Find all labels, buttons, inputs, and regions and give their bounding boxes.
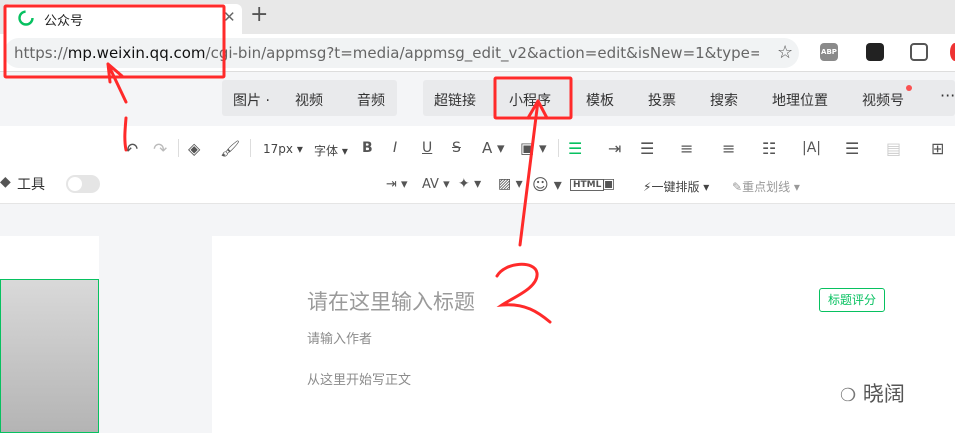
align-left-icon[interactable]: ☰ (568, 139, 582, 158)
insert-channels-button[interactable]: 视频号 (862, 90, 904, 110)
indent-icon[interactable]: ⇥ (608, 139, 621, 158)
format-brush-icon[interactable]: 🖌 (220, 139, 240, 158)
list-spacing-icon[interactable]: ☷ (762, 139, 776, 158)
av-spacing-icon[interactable]: AV ▾ (422, 177, 450, 192)
html-icon[interactable]: HTML (570, 179, 605, 191)
watermark: ❍ 晓阔 (840, 378, 905, 408)
adblock-extension-icon[interactable]: ABP (820, 43, 838, 61)
underline-icon[interactable]: U (422, 140, 432, 156)
body-input[interactable]: 从这里开始写正文 (307, 369, 411, 388)
url-text: https://mp.weixin.qq.com/cgi-bin/appmsg?… (14, 44, 759, 62)
italic-icon[interactable]: I (393, 140, 397, 156)
tools-cube-icon: ◆ (0, 174, 11, 190)
wechat-logo-icon: ❍ (840, 385, 857, 406)
watermark-text: 晓阔 (862, 382, 905, 406)
wechat-favicon-icon (18, 10, 34, 26)
highlight-button[interactable]: ✎重点划线 ▾ (732, 178, 800, 195)
table-icon[interactable]: ⊞ (931, 139, 944, 158)
url-field[interactable]: https://mp.weixin.qq.com/cgi-bin/appmsg?… (4, 38, 799, 68)
undo-icon[interactable]: ↶ (124, 140, 138, 160)
new-tab-icon[interactable]: + (250, 2, 268, 28)
close-tab-icon[interactable]: ✕ (223, 8, 236, 26)
insert-miniprogram-button[interactable]: 小程序 (509, 90, 551, 110)
line-spacing-icon[interactable]: ≡ (680, 139, 693, 158)
divider (250, 139, 251, 157)
insert-link-button[interactable]: 超链接 (434, 90, 476, 110)
insert-search-button[interactable]: 搜索 (710, 90, 738, 110)
letter-spacing-icon[interactable]: |A| (802, 140, 821, 156)
tools-toggle[interactable] (66, 175, 100, 193)
title-score-button[interactable]: 标题评分 (819, 288, 885, 312)
profile-icon[interactable] (950, 43, 955, 61)
format-toolbar: ↶ ↷ ◈ 🖌 17px ▾ 字体 ▾ B I U S A ▾ ▣ ▾ ☰ ⇥ … (0, 126, 955, 204)
insert-template-button[interactable]: 模板 (586, 90, 614, 110)
font-family-select[interactable]: 字体 ▾ (314, 142, 348, 159)
block-format-icon[interactable]: ▤ (886, 139, 901, 158)
divider (178, 139, 179, 157)
paragraph-spacing-icon[interactable]: ≡ (722, 139, 735, 158)
bold-icon[interactable]: B (362, 140, 373, 156)
insert-vote-button[interactable]: 投票 (648, 90, 676, 110)
extension-icon[interactable] (866, 43, 884, 61)
briefcase-icon[interactable]: ▣ (602, 176, 615, 192)
text-indent-icon[interactable]: ⇥ ▾ (386, 177, 408, 192)
redo-icon[interactable]: ↷ (153, 140, 167, 160)
emoji-icon[interactable]: ☺ ▾ (532, 175, 562, 194)
notification-dot (906, 85, 912, 91)
insert-audio-button[interactable]: 音频 (357, 90, 385, 110)
strikethrough-icon[interactable]: S (452, 140, 461, 156)
eraser-icon[interactable]: ◈ (188, 139, 200, 158)
tools-label: 工具 (17, 177, 45, 193)
title-input[interactable]: 请在这里输入标题 (307, 286, 475, 316)
one-click-layout-button[interactable]: ⚡一键排版 ▾ (643, 178, 709, 195)
font-color-icon[interactable]: A ▾ (482, 139, 505, 157)
align-center-icon[interactable]: ☰ (640, 139, 654, 158)
divider (558, 139, 559, 157)
bullet-list-icon[interactable]: ☰ (845, 139, 859, 158)
background-color-icon[interactable]: ▣ ▾ (520, 139, 546, 157)
tab-title: 公众号 (44, 14, 84, 29)
more-icon[interactable]: ··· (940, 86, 955, 105)
insert-image-button[interactable]: 图片 · (233, 90, 270, 110)
font-size-select[interactable]: 17px ▾ (263, 142, 303, 156)
insert-toolbar: 图片 · 视频 音频 超链接 小程序 模板 投票 搜索 地理位置 视频号 ··· (0, 72, 955, 126)
browser-tab-strip: 公众号 ✕ + (0, 0, 955, 34)
url-host: mp.weixin.qq.com (67, 44, 206, 62)
insert-location-button[interactable]: 地理位置 (772, 90, 828, 110)
image-icon[interactable]: ▨ ▾ (498, 176, 523, 192)
bookmark-star-icon[interactable]: ☆ (777, 42, 793, 63)
article-thumbnail[interactable] (0, 279, 99, 433)
author-input[interactable]: 请输入作者 (307, 328, 372, 347)
shield-extension-icon[interactable] (910, 43, 928, 61)
insert-video-button[interactable]: 视频 (295, 90, 323, 110)
address-bar-row: https://mp.weixin.qq.com/cgi-bin/appmsg?… (0, 34, 955, 72)
magic-wand-icon[interactable]: ✦ ▾ (458, 176, 481, 192)
browser-tab[interactable]: 公众号 ✕ (4, 4, 242, 34)
